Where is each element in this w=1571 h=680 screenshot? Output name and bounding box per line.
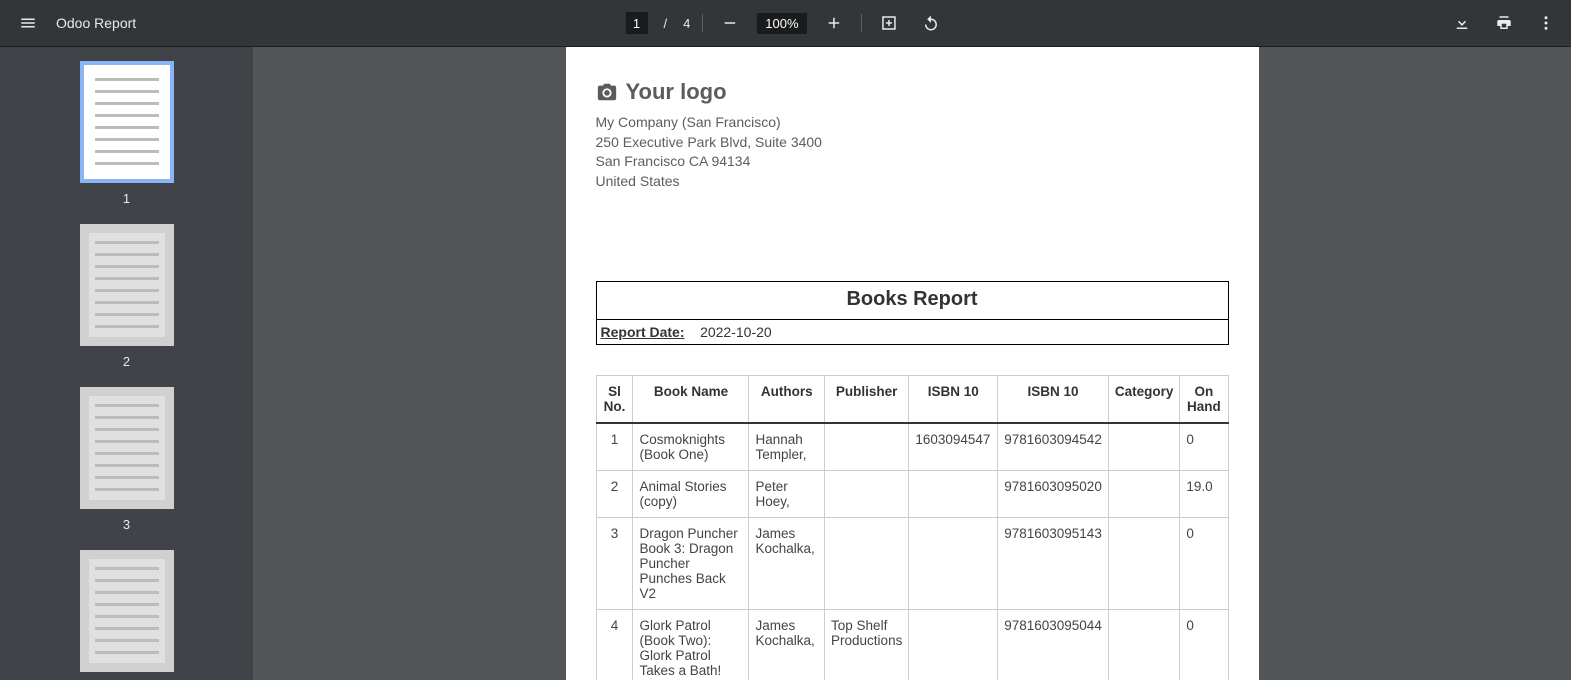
report-title: Books Report [597, 282, 1228, 320]
table-cell: Top Shelf Productions [825, 610, 909, 680]
table-cell [1108, 471, 1180, 518]
thumbnail-sidebar[interactable]: 1234 [0, 47, 253, 680]
table-cell: Animal Stories (copy) [633, 471, 749, 518]
table-cell [825, 471, 909, 518]
page-thumbnail[interactable] [80, 61, 174, 183]
page-separator: / [663, 16, 667, 31]
table-header: Authors [749, 376, 825, 424]
table-row: 4Glork Patrol (Book Two): Glork Patrol T… [596, 610, 1228, 680]
toolbar-divider [861, 14, 862, 32]
books-table: Sl No.Book NameAuthorsPublisherISBN 10IS… [596, 375, 1229, 680]
table-cell: 3 [596, 518, 633, 610]
table-cell [909, 471, 998, 518]
document-title: Odoo Report [56, 15, 136, 31]
table-cell: 19.0 [1180, 471, 1228, 518]
table-cell: 0 [1180, 423, 1228, 471]
table-cell: 2 [596, 471, 633, 518]
table-row: 1Cosmoknights (Book One)Hannah Templer, 1… [596, 423, 1228, 471]
report-date-label: Report Date: [601, 324, 685, 340]
table-row: 3Dragon Puncher Book 3: Dragon Puncher P… [596, 518, 1228, 610]
table-cell: 9781603095143 [998, 518, 1109, 610]
page-number-input[interactable] [625, 12, 647, 34]
company-country: United States [596, 172, 1229, 192]
table-cell [825, 423, 909, 471]
table-cell: 1 [596, 423, 633, 471]
table-cell [1108, 610, 1180, 680]
table-cell [1108, 423, 1180, 471]
menu-icon[interactable] [8, 3, 48, 43]
page-thumbnail[interactable] [80, 550, 174, 672]
table-cell: 4 [596, 610, 633, 680]
table-cell: Peter Hoey, [749, 471, 825, 518]
print-button[interactable] [1489, 8, 1519, 38]
page-thumbnail[interactable] [80, 387, 174, 509]
download-button[interactable] [1447, 8, 1477, 38]
page-viewport[interactable]: Your logo My Company (San Francisco) 250… [253, 47, 1571, 680]
fit-to-page-button[interactable] [874, 8, 904, 38]
table-cell [1108, 518, 1180, 610]
table-cell [909, 518, 998, 610]
table-cell: 0 [1180, 610, 1228, 680]
table-header: ISBN 10 [909, 376, 998, 424]
table-cell [909, 610, 998, 680]
table-cell: Dragon Puncher Book 3: Dragon Puncher Pu… [633, 518, 749, 610]
table-cell: 9781603095020 [998, 471, 1109, 518]
table-cell: 9781603095044 [998, 610, 1109, 680]
table-header: Book Name [633, 376, 749, 424]
table-cell: 1603094547 [909, 423, 998, 471]
table-cell: Cosmoknights (Book One) [633, 423, 749, 471]
company-address-2: San Francisco CA 94134 [596, 152, 1229, 172]
pdf-toolbar: Odoo Report / 4 100% [0, 0, 1571, 47]
page-thumbnail[interactable] [80, 224, 174, 346]
table-cell: 9781603094542 [998, 423, 1109, 471]
table-cell: James Kochalka, [749, 518, 825, 610]
rotate-button[interactable] [916, 8, 946, 38]
company-address-1: 250 Executive Park Blvd, Suite 3400 [596, 133, 1229, 153]
table-header: On Hand [1180, 376, 1228, 424]
table-cell: James Kochalka, [749, 610, 825, 680]
table-header: Sl No. [596, 376, 633, 424]
report-date-value: 2022-10-20 [700, 324, 772, 340]
table-header: Publisher [825, 376, 909, 424]
toolbar-divider [702, 14, 703, 32]
logo-text: Your logo [626, 79, 727, 105]
thumbnail-label: 3 [123, 517, 130, 532]
table-cell: Hannah Templer, [749, 423, 825, 471]
table-cell: 0 [1180, 518, 1228, 610]
table-header: ISBN 10 [998, 376, 1109, 424]
thumbnail-label: 2 [123, 354, 130, 369]
zoom-level[interactable]: 100% [757, 13, 806, 34]
zoom-in-button[interactable] [819, 8, 849, 38]
company-name: My Company (San Francisco) [596, 113, 1229, 133]
table-header: Category [1108, 376, 1180, 424]
more-options-button[interactable] [1531, 8, 1561, 38]
zoom-out-button[interactable] [715, 8, 745, 38]
table-row: 2Animal Stories (copy)Peter Hoey, 9781603… [596, 471, 1228, 518]
pdf-page: Your logo My Company (San Francisco) 250… [566, 47, 1259, 680]
table-cell [825, 518, 909, 610]
camera-icon [596, 81, 618, 103]
thumbnail-label: 1 [123, 191, 130, 206]
total-pages: 4 [683, 16, 690, 31]
table-cell: Glork Patrol (Book Two): Glork Patrol Ta… [633, 610, 749, 680]
